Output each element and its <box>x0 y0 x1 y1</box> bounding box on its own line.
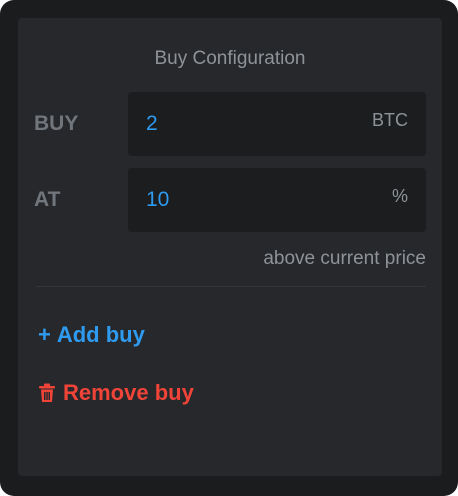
at-label: AT <box>34 188 61 211</box>
price-percent-unit: % <box>391 186 408 206</box>
remove-buy-button[interactable]: Remove buy <box>38 380 194 406</box>
app-frame: Buy Configuration BUY 2 BTC AT 10 % abov… <box>0 0 458 496</box>
buy-configuration-panel: Buy Configuration BUY 2 BTC AT 10 % abov… <box>18 18 442 476</box>
buy-amount-value[interactable]: 2 <box>146 112 158 136</box>
add-buy-label: Add buy <box>56 322 145 347</box>
remove-buy-label: Remove buy <box>63 380 194 405</box>
add-buy-button[interactable]: + Add buy <box>38 322 145 348</box>
buy-amount-field[interactable]: 2 BTC <box>128 92 426 156</box>
price-percent-value[interactable]: 10 <box>146 188 169 212</box>
plus-icon: + <box>38 322 51 347</box>
buy-label: BUY <box>34 112 79 135</box>
price-percent-field[interactable]: 10 % <box>128 168 426 232</box>
buy-amount-unit: BTC <box>372 110 408 130</box>
panel-title: Buy Configuration <box>154 48 306 69</box>
price-hint: above current price <box>263 248 426 269</box>
divider <box>36 286 426 287</box>
trash-icon <box>38 383 56 403</box>
